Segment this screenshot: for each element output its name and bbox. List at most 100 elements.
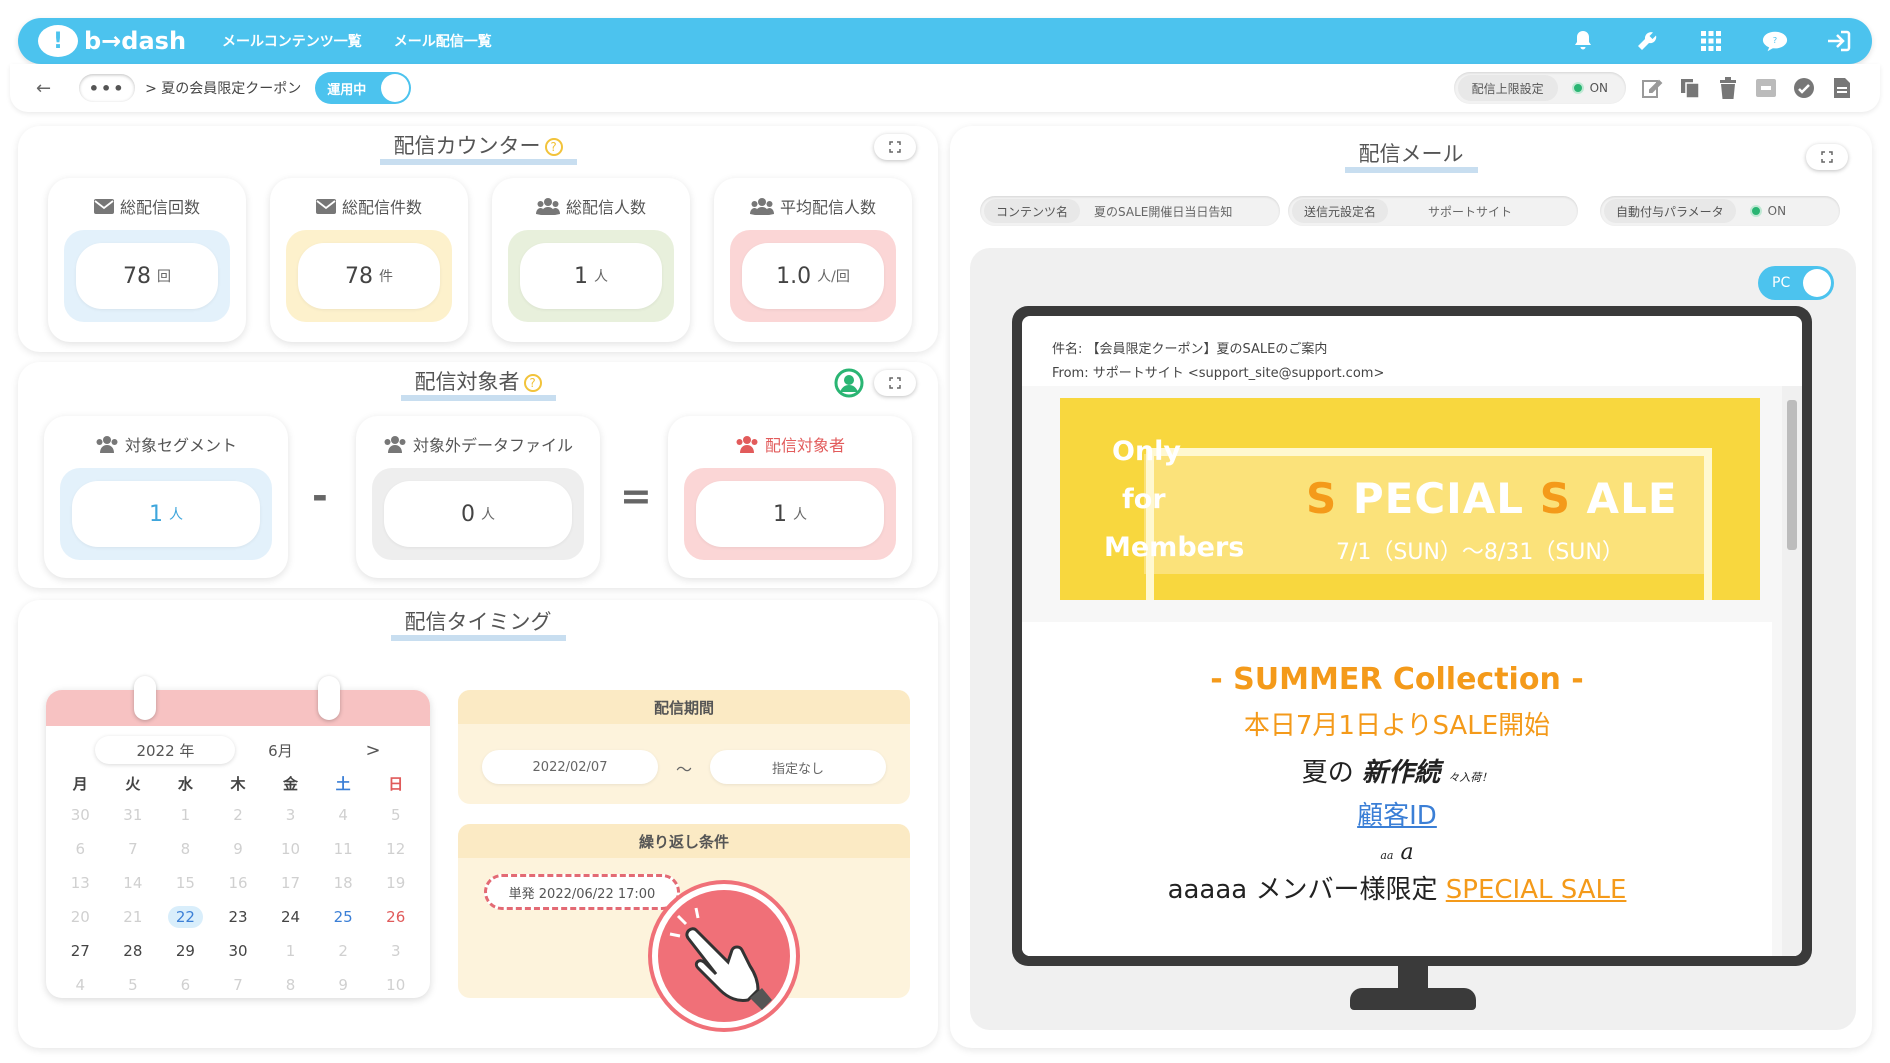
calendar-day-number: 20 (70, 908, 90, 926)
calendar-day[interactable]: 14 (107, 866, 160, 900)
status-toggle[interactable]: 運用中 (315, 72, 412, 104)
counter-card-total-deliveries: 総配信回数 78 回 (48, 178, 246, 342)
calendar-day[interactable]: 10 (264, 832, 317, 866)
banner-for: for (1122, 484, 1166, 515)
calendar-day[interactable]: 4 (54, 968, 107, 998)
card-value-well: 1人 (684, 468, 896, 560)
nav-link-mail-delivery[interactable]: メール配信一覧 (394, 31, 492, 51)
calendar-day[interactable]: 6 (159, 968, 212, 998)
calendar-day[interactable]: 7 (107, 832, 160, 866)
content-name-value: 夏のSALE開催日当日告知 (1094, 204, 1233, 219)
nav-link-mail-contents[interactable]: メールコンテンツ一覧 (222, 31, 362, 51)
calendar-day[interactable]: 27 (54, 934, 107, 968)
group-icon (384, 436, 406, 453)
expand-button[interactable] (874, 370, 916, 396)
archive-icon[interactable] (1754, 76, 1778, 100)
calendar-day-number: 23 (228, 908, 248, 926)
period-end-date[interactable]: 指定なし (710, 750, 886, 784)
calendar-day[interactable]: 25 (317, 900, 370, 934)
scrollbar-thumb[interactable] (1787, 400, 1797, 550)
mail-scrollbar[interactable] (1782, 386, 1802, 956)
calendar-day[interactable]: 10 (369, 968, 422, 998)
user-icon[interactable] (834, 368, 864, 402)
calendar-day[interactable]: 9 (317, 968, 370, 998)
calendar-day[interactable]: 1 (264, 934, 317, 968)
calendar-day[interactable]: 6 (54, 832, 107, 866)
period-start-date[interactable]: 2022/02/07 (482, 750, 658, 784)
calendar-day[interactable]: 8 (264, 968, 317, 998)
calendar-day[interactable]: 24 (264, 900, 317, 934)
calendar-day-number: 31 (123, 806, 143, 824)
card-value-number: 1.0 (776, 263, 812, 289)
help-icon[interactable]: ? (523, 374, 542, 392)
calendar-day[interactable]: 12 (369, 832, 422, 866)
new-arrivals-text: 夏の (1301, 758, 1354, 788)
special-sale-link[interactable]: SPECIAL SALE (1446, 875, 1627, 905)
customer-id-link[interactable]: 顧客ID (1022, 795, 1772, 832)
calendar-next-button[interactable]: > (365, 740, 380, 761)
expand-button[interactable] (874, 134, 916, 160)
calendar-day[interactable]: 21 (107, 900, 160, 934)
calendar-day[interactable]: 3 (369, 934, 422, 968)
auto-parameter-label: 自動付与パラメータ (1604, 199, 1736, 223)
calendar-day-number: 9 (233, 840, 243, 858)
calendar-day[interactable]: 5 (107, 968, 160, 998)
copy-icon[interactable] (1678, 76, 1702, 100)
calendar-day[interactable]: 15 (159, 866, 212, 900)
calendar-day[interactable]: 23 (212, 900, 265, 934)
calendar-day[interactable]: 16 (212, 866, 265, 900)
calendar-day[interactable]: 30 (54, 798, 107, 832)
calendar-month[interactable]: 6月 (245, 740, 315, 761)
calendar-day[interactable]: 4 (317, 798, 370, 832)
card-label-text: 平均配信人数 (779, 198, 876, 217)
calendar-day[interactable]: 1 (159, 798, 212, 832)
calendar-day[interactable]: 3 (264, 798, 317, 832)
status-dot-icon (1571, 82, 1584, 94)
back-arrow-icon[interactable]: ← (36, 78, 51, 99)
calendar-day[interactable]: 31 (107, 798, 160, 832)
grid-icon[interactable] (1698, 28, 1724, 54)
help-icon[interactable]: ? (544, 138, 563, 156)
bell-icon[interactable] (1570, 28, 1596, 54)
expand-button[interactable] (1806, 144, 1848, 170)
calendar-day[interactable]: 17 (264, 866, 317, 900)
document-icon[interactable] (1830, 76, 1854, 100)
calendar-day[interactable]: 11 (317, 832, 370, 866)
bdash-logo[interactable]: ! b→dash (38, 25, 186, 57)
calendar-day-number: 29 (175, 942, 195, 960)
calendar-day[interactable]: 28 (107, 934, 160, 968)
chat-icon[interactable]: ? (1762, 28, 1788, 54)
calendar-day[interactable]: 5 (369, 798, 422, 832)
mail-subject: 件名: 【会員限定クーポン】夏のSALEのご案内 (1052, 342, 1328, 357)
calendar-day-number: 1 (285, 942, 296, 960)
calendar-day[interactable]: 7 (212, 968, 265, 998)
card-value-number: 1 (773, 501, 787, 527)
repeat-condition-value[interactable]: 単発 2022/06/22 17:00 (484, 874, 680, 910)
calendar-day[interactable]: 22 (159, 900, 212, 934)
trash-icon[interactable] (1716, 76, 1740, 100)
calendar-day[interactable]: 26 (369, 900, 422, 934)
calendar-day[interactable]: 2 (317, 934, 370, 968)
equals-operator: = (620, 474, 652, 518)
calendar-day[interactable]: 8 (159, 832, 212, 866)
calendar-day[interactable]: 18 (317, 866, 370, 900)
calendar-day[interactable]: 2 (212, 798, 265, 832)
calendar-day[interactable]: 13 (54, 866, 107, 900)
edit-icon[interactable] (1640, 76, 1664, 100)
logout-icon[interactable] (1826, 28, 1852, 54)
calendar-year[interactable]: 2022 年 (95, 736, 236, 764)
calendar-day[interactable]: 9 (212, 832, 265, 866)
calendar-day[interactable]: 19 (369, 866, 422, 900)
calendar-day[interactable]: 20 (54, 900, 107, 934)
more-menu-button[interactable]: ••• (79, 74, 136, 102)
card-label-text: 配信対象者 (764, 436, 845, 455)
calendar-day[interactable]: 29 (159, 934, 212, 968)
calendar-day-number: 7 (128, 840, 138, 858)
wrench-icon[interactable] (1634, 28, 1660, 54)
check-icon[interactable] (1792, 76, 1816, 100)
calendar-weekday-header: 金 (283, 774, 299, 793)
pc-view-toggle[interactable]: PC (1758, 266, 1834, 300)
calendar-day[interactable]: 30 (212, 934, 265, 968)
calendar-weekday-header: 水 (177, 774, 193, 793)
delivery-limit-setting[interactable]: 配信上限設定 ON (1453, 72, 1626, 104)
